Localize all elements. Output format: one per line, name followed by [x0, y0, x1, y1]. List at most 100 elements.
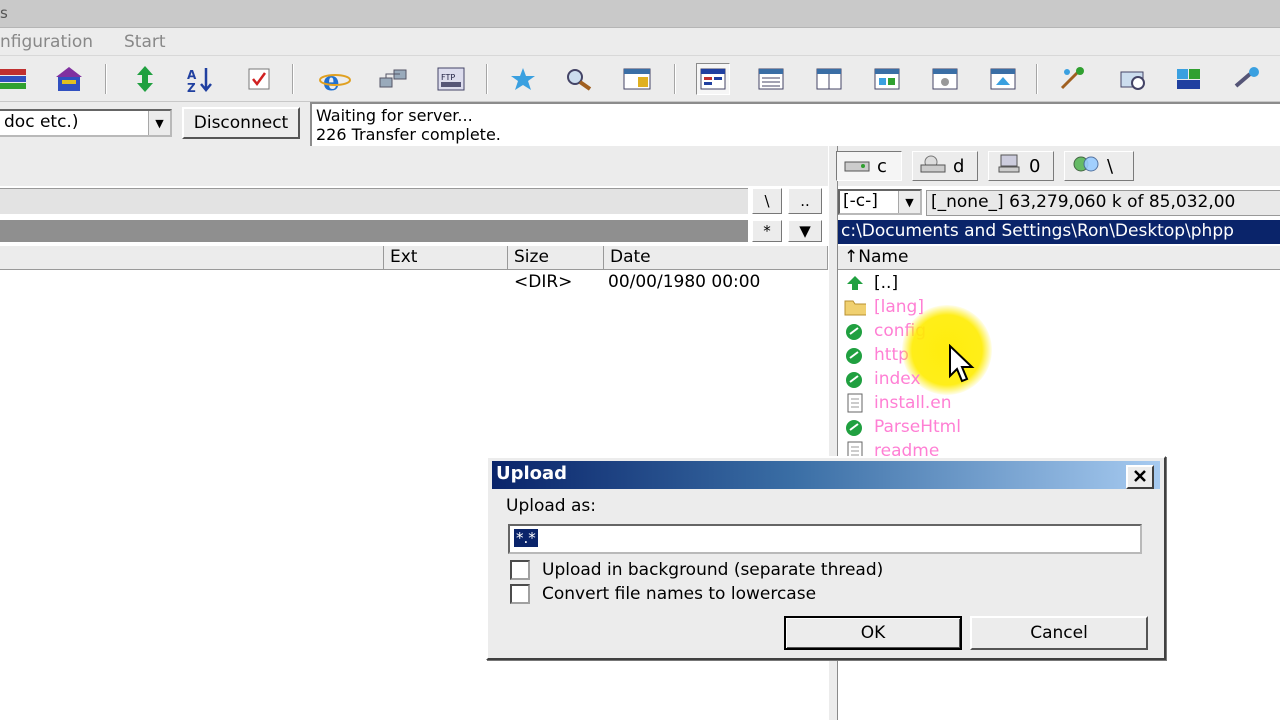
window-title-bar: s	[0, 0, 1280, 28]
svg-text:e: e	[323, 67, 340, 93]
list-item[interactable]: install.en	[844, 392, 952, 414]
transfer-mode-select[interactable]: doc etc.) ▼	[0, 109, 172, 137]
lowercase-checkbox[interactable]	[510, 584, 530, 604]
upload-as-label: Upload as:	[506, 496, 596, 516]
disconnect-button[interactable]: Disconnect	[182, 107, 300, 139]
list-item[interactable]: http	[844, 344, 909, 366]
row-date: 00/00/1980 00:00	[608, 272, 761, 292]
drive-tab-c[interactable]: c	[836, 151, 902, 181]
list-item[interactable]: [lang]	[844, 296, 924, 318]
pack-files-icon[interactable]	[0, 63, 30, 95]
upload-as-value: *.*	[514, 529, 538, 547]
list-item[interactable]: [..]	[844, 272, 898, 294]
select-files-icon[interactable]	[242, 63, 276, 95]
column-size-header[interactable]: Size	[508, 246, 604, 270]
multi-rename-icon[interactable]	[1056, 63, 1090, 95]
up-arrow-icon	[844, 273, 866, 293]
right-drive-bar	[838, 146, 1280, 186]
file-name: [..]	[874, 273, 899, 293]
upload-dialog: Upload Upload as: *.* Upload in backgrou…	[486, 456, 1166, 660]
left-path-bar	[0, 220, 748, 242]
drive-letter: c	[877, 155, 887, 177]
list-item[interactable]: ParseHtml	[844, 416, 961, 438]
unpack-files-icon[interactable]	[52, 63, 86, 95]
parent-dir-button[interactable]: ..	[788, 188, 822, 214]
transfer-mode-value: doc etc.)	[4, 112, 79, 132]
drive-letter: 0	[1029, 155, 1041, 177]
column-date-header[interactable]: Date	[604, 246, 828, 270]
full-view-icon[interactable]	[754, 63, 788, 95]
cancel-button[interactable]: Cancel	[970, 616, 1148, 650]
php-file-icon	[844, 417, 866, 437]
drive-letter: d	[953, 155, 965, 177]
window-title: s	[0, 4, 8, 22]
column-name-header[interactable]: ↑Name	[838, 246, 1280, 270]
drive-letter: \	[1107, 155, 1114, 177]
disk-info-icon[interactable]	[1172, 63, 1206, 95]
dialog-title: Upload	[496, 463, 568, 484]
network-connect-icon[interactable]	[376, 63, 410, 95]
svg-text:FTP: FTP	[441, 73, 455, 82]
drive-select-value: [-c-]	[843, 191, 878, 211]
local-drive-icon	[843, 154, 871, 179]
list-item[interactable]: index	[844, 368, 921, 390]
file-name: index	[874, 369, 921, 389]
mouse-pointer-icon	[948, 343, 976, 384]
php-file-icon	[844, 369, 866, 389]
drive-select[interactable]: [-c-] ▼	[838, 189, 922, 215]
sort-icon[interactable]: AZ	[184, 63, 218, 95]
folder-icon	[844, 297, 866, 317]
tree-view-icon[interactable]	[812, 63, 846, 95]
view-icon[interactable]	[620, 63, 654, 95]
php-file-icon	[844, 345, 866, 365]
dialog-title-bar[interactable]: Upload	[492, 461, 1160, 489]
connection-bar: doc etc.) ▼ Disconnect	[0, 102, 310, 146]
file-name: ParseHtml	[874, 417, 961, 437]
brief-view-icon[interactable]	[696, 63, 730, 95]
network-drive-icon	[995, 154, 1023, 179]
upload-as-input[interactable]: *.*	[508, 524, 1142, 554]
svg-text:A: A	[187, 68, 197, 82]
drive-tab-network[interactable]: \	[1064, 151, 1134, 181]
menu-configuration[interactable]: nfiguration	[0, 32, 93, 52]
ftp-log: Waiting for server... 226 Transfer compl…	[310, 102, 1280, 146]
ftp-connect-icon[interactable]: FTP	[434, 63, 468, 95]
row-size: <DIR>	[514, 272, 573, 292]
ok-button[interactable]: OK	[784, 616, 962, 650]
cd-drive-icon	[919, 154, 947, 179]
custom-view-icon[interactable]	[928, 63, 962, 95]
background-upload-checkbox[interactable]	[510, 560, 530, 580]
drive-tab-0[interactable]: 0	[988, 151, 1054, 181]
browser-icon[interactable]: e	[318, 63, 352, 95]
chevron-down-icon[interactable]: ▼	[148, 111, 170, 135]
file-name: [lang]	[874, 297, 924, 317]
right-path-bar[interactable]: c:\Documents and Settings\Ron\Desktop\ph…	[838, 220, 1280, 244]
svg-text:Z: Z	[187, 81, 196, 93]
sync-dirs-icon[interactable]	[1116, 63, 1150, 95]
column-name-header[interactable]	[0, 246, 384, 270]
history-button[interactable]: *	[752, 220, 782, 242]
thumbnail-view-icon[interactable]	[870, 63, 904, 95]
chevron-down-icon[interactable]: ▼	[788, 220, 822, 242]
drive-free-space: [_none_] 63,279,060 k of 85,032,00	[926, 190, 1280, 216]
php-file-icon	[844, 321, 866, 341]
left-drive-bar	[0, 146, 828, 186]
chevron-down-icon[interactable]: ▼	[898, 191, 920, 213]
lowercase-label[interactable]: Convert file names to lowercase	[542, 584, 816, 604]
tools-icon[interactable]	[1230, 63, 1264, 95]
root-dir-button[interactable]: \	[752, 188, 782, 214]
network-neighborhood-icon	[1071, 154, 1101, 179]
log-line: 226 Transfer complete.	[316, 125, 501, 144]
toolbar: AZ e FTP	[0, 56, 1280, 102]
compare-directories-icon[interactable]	[128, 63, 162, 95]
menu-start[interactable]: Start	[124, 32, 166, 52]
search-icon[interactable]	[562, 63, 596, 95]
favorites-icon[interactable]	[506, 63, 540, 95]
drive-tab-d[interactable]: d	[912, 151, 978, 181]
quick-view-icon[interactable]	[986, 63, 1020, 95]
log-line: Waiting for server...	[316, 106, 473, 125]
background-upload-label[interactable]: Upload in background (separate thread)	[542, 560, 883, 580]
column-ext-header[interactable]: Ext	[384, 246, 508, 270]
close-button[interactable]	[1126, 465, 1154, 489]
left-drive-info	[0, 188, 748, 214]
